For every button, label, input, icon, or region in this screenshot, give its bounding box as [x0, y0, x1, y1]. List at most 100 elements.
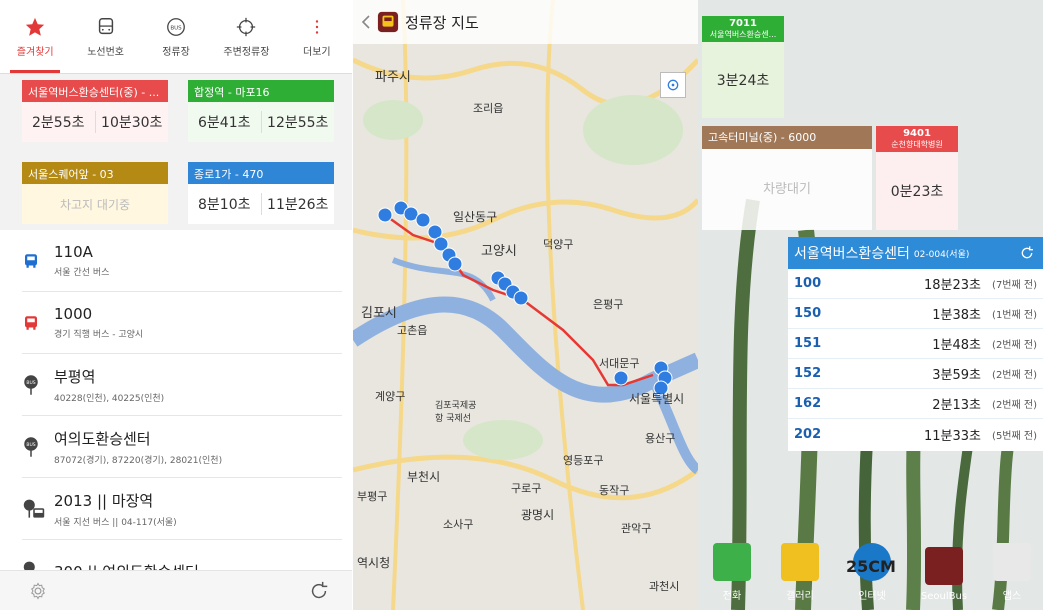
bus-front-icon	[98, 18, 113, 35]
app-gallery[interactable]: 갤러리	[770, 543, 830, 602]
second-arrival: 12분55초	[267, 115, 329, 131]
second-arrival: 11분26초	[267, 197, 329, 213]
tab-more[interactable]: 더보기	[282, 0, 352, 73]
widget-tile-express-terminal[interactable]: 고속터미널(중) - 6000 차량대기	[702, 126, 872, 230]
tab-bar: 즐겨찾기 노선번호 BUS 정류장 주변정류장 더보기	[0, 0, 352, 74]
arrival-time: 0분23초	[890, 184, 944, 200]
bottom-bar	[0, 570, 352, 610]
table-row[interactable]: 100 18분23초 (7번째 전)	[788, 269, 1043, 299]
arrival-time: 3분24초	[716, 73, 770, 89]
map-label: 용산구	[645, 432, 676, 445]
svg-text:BUS: BUS	[26, 379, 35, 385]
svg-text:BUS: BUS	[26, 441, 35, 447]
seoulbus-logo-icon	[377, 11, 399, 33]
bus-stop-icon: BUS	[167, 18, 185, 36]
refresh-icon[interactable]	[308, 580, 330, 602]
table-row[interactable]: 202 11분33초 (5번째 전)	[788, 419, 1043, 449]
seoulbus-app-icon	[925, 547, 963, 585]
arrival-card-jongno[interactable]: 종로1가 - 470 8분10초 11분26초	[188, 162, 334, 224]
first-arrival: 6분41초	[198, 115, 251, 131]
crosshair-icon	[667, 79, 679, 91]
arrival-card-header: 서울역버스환승센터(중) - ...	[22, 80, 168, 102]
arrival-card-hapjeong[interactable]: 합정역 - 마포16 6분41초 12분55초	[188, 80, 334, 142]
table-row[interactable]: 152 3분59초 (2번째 전)	[788, 359, 1043, 389]
list-item[interactable]: 2013 || 마장역 서울 지선 버스 || 04-117(서울)	[22, 478, 342, 540]
list-item[interactable]: BUS 부평역 40228(인천), 40225(인천)	[22, 354, 342, 416]
map-label: 파주시	[375, 70, 411, 85]
map-label: 영등포구	[563, 454, 604, 467]
second-arrival: 10분30초	[101, 115, 163, 131]
list-item[interactable]: BUS 여의도환승센터 87072(경기), 87220(경기), 28021(인…	[22, 416, 342, 478]
tab-favorites[interactable]: 즐겨찾기	[0, 0, 70, 73]
table-row[interactable]: 162 2분13초 (2번째 전)	[788, 389, 1043, 419]
first-arrival: 8분10초	[198, 197, 251, 213]
star-icon	[26, 17, 45, 36]
bus-red-icon	[25, 315, 37, 330]
home-screen: 7011 서울역버스환승센... 3분24초 고속터미널(중) - 6000 차량…	[698, 0, 1043, 610]
first-arrival: 2분55초	[32, 115, 85, 131]
widget-header: 서울역버스환승센터 02-004(서울)	[788, 237, 1043, 269]
map-label: 부천시	[407, 470, 441, 484]
tab-bus-stop[interactable]: BUS 정류장	[141, 0, 211, 73]
phone-icon	[713, 543, 751, 581]
map-label: 광명시	[521, 508, 555, 522]
map-label: 관악구	[621, 522, 652, 535]
widget-tile-7011[interactable]: 7011 서울역버스환승센... 3분24초	[702, 16, 784, 118]
app-drawer[interactable]: 앱스	[982, 543, 1042, 602]
table-row[interactable]: 151 1분48초 (2번째 전)	[788, 329, 1043, 359]
gallery-flower-icon	[781, 543, 819, 581]
map-label: 조리읍	[473, 102, 504, 115]
app-seoulbus[interactable]: SeoulBus	[914, 547, 974, 602]
map-header: 정류장 지도	[353, 0, 698, 44]
app-dock: 전화 갤러리 인터넷 SeoulBus 앱스 25CM	[698, 520, 1043, 610]
refresh-icon[interactable]	[1019, 245, 1035, 261]
app-phone[interactable]: 전화	[702, 543, 762, 602]
arrival-card-header: 서울스퀘어앞 - 03	[22, 162, 168, 184]
arrival-cards: 서울역버스환승센터(중) - ... 2분55초 10분30초 합정역 - 마포1…	[0, 74, 352, 230]
map-label: 계양구	[375, 390, 406, 403]
map-label: 은평구	[593, 298, 624, 311]
tab-nearby-stops[interactable]: 주변정류장	[211, 0, 281, 73]
widget-tile-9401[interactable]: 9401 순천향대학병원 0분23초	[876, 126, 958, 230]
map-label: 동작구	[599, 484, 630, 497]
back-chevron-icon[interactable]	[361, 15, 371, 29]
settings-gear-icon[interactable]	[28, 581, 48, 601]
apps-grid-icon	[993, 543, 1031, 581]
arrival-time: 차량대기	[763, 181, 811, 197]
map-label: 김포시	[361, 306, 397, 321]
arrival-card-header: 종로1가 - 470	[188, 162, 334, 184]
map-label: 과천시	[649, 580, 680, 593]
garage-waiting-status: 차고지 대기중	[22, 184, 168, 224]
map-label: 구로구	[511, 482, 542, 495]
more-dots-icon	[315, 20, 319, 34]
bus-stop-pin-icon: BUS	[24, 374, 38, 395]
tab-route-number[interactable]: 노선번호	[70, 0, 140, 73]
my-location-button[interactable]	[660, 72, 686, 98]
map-label: 고양시	[481, 244, 517, 259]
table-row[interactable]: 150 1분38초 (1번째 전)	[788, 299, 1043, 329]
arrival-card-seoul-square[interactable]: 서울스퀘어앞 - 03 차고지 대기중	[22, 162, 168, 224]
favorites-screen: 즐겨찾기 노선번호 BUS 정류장 주변정류장 더보기 서울역버스환승센터(중)…	[0, 0, 352, 610]
arrival-card-header: 합정역 - 마포16	[188, 80, 334, 102]
map-label: 역시청	[357, 556, 391, 570]
bus-blue-icon	[25, 253, 37, 268]
svg-text:BUS: BUS	[170, 25, 182, 31]
map-label: 서울특별시	[629, 392, 685, 406]
map-label: 고촌읍	[397, 324, 428, 337]
watermark-logo: 25CM	[846, 557, 896, 576]
map-label: 부평구	[357, 490, 388, 503]
stop-arrival-widget[interactable]: 서울역버스환승센터 02-004(서울) 100 18분23초 (7번째 전) 15…	[788, 237, 1043, 451]
map-label: 소사구	[443, 518, 474, 531]
list-item[interactable]: 1000 경기 직행 버스 - 고양시	[22, 292, 342, 354]
map-title: 정류장 지도	[405, 13, 479, 32]
map-label: 일산동구	[453, 210, 498, 224]
favorites-list: 110A 서울 간선 버스 1000 경기 직행 버스 - 고양시 BUS 부평역 4…	[0, 230, 352, 602]
widget-stop-name: 서울역버스환승센터	[794, 246, 910, 262]
bus-stop-pin-icon: BUS	[24, 436, 38, 457]
stop-map-screen: 정류장 지도 파주시 일산동구 고양시 덕양구 은평구 김포시 고촌읍 서대문구…	[353, 0, 698, 610]
arrival-card-seoul-station[interactable]: 서울역버스환승센터(중) - ... 2분55초 10분30초	[22, 80, 168, 142]
map-label: 서대문구	[599, 357, 640, 370]
crosshair-icon	[237, 17, 256, 37]
map-label: 덕양구	[543, 238, 574, 251]
list-item[interactable]: 110A 서울 간선 버스	[22, 230, 342, 292]
